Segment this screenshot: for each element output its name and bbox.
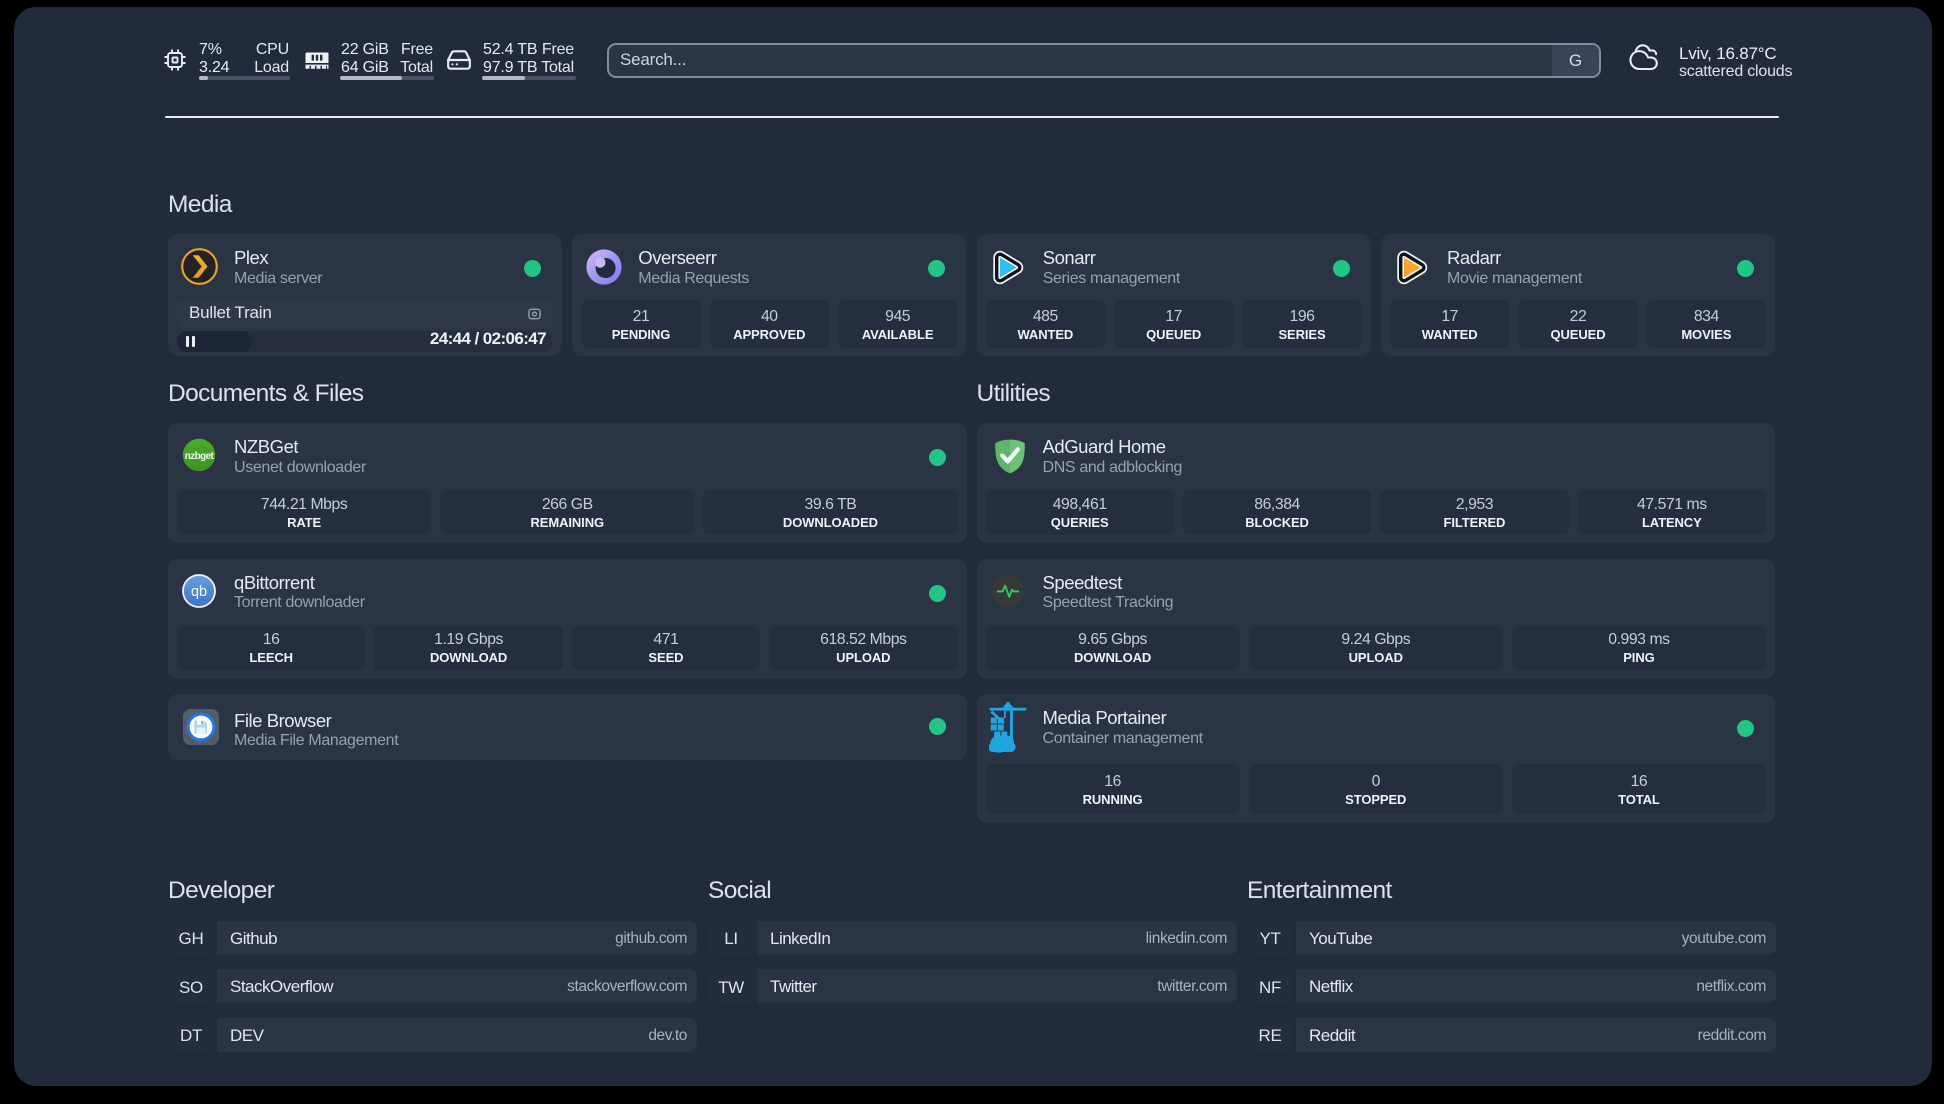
svg-text:nzbget: nzbget <box>185 451 215 462</box>
svg-text:qb: qb <box>191 583 207 599</box>
